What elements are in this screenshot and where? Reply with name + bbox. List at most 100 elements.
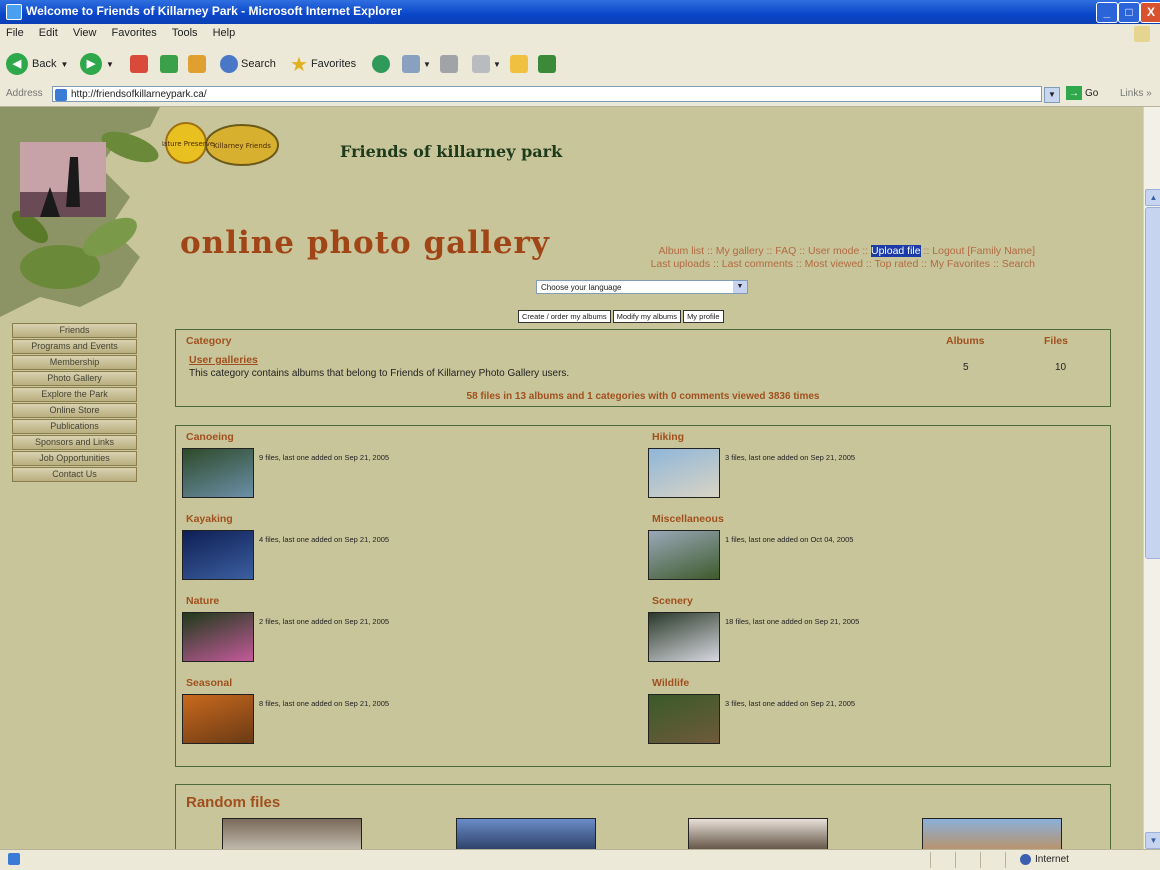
album-info: 3 files, last one added on Sep 21, 2005 [725, 453, 856, 462]
album-thumbnail[interactable] [182, 694, 254, 744]
address-dropdown-button[interactable]: ▼ [1044, 87, 1060, 103]
album-name[interactable]: Hiking [652, 431, 684, 443]
security-zone: Internet [1020, 854, 1069, 865]
svg-text:Killarney Friends: Killarney Friends [213, 142, 271, 150]
stop-icon [130, 55, 148, 73]
album-info: 4 files, last one added on Sep 21, 2005 [259, 535, 390, 544]
album-name[interactable]: Miscellaneous [652, 513, 724, 525]
favorites-button[interactable]: ★ Favorites [290, 52, 356, 76]
random-files-panel: Random files [175, 784, 1111, 849]
nav-last-comments[interactable]: Last comments [722, 258, 793, 270]
scroll-thumb[interactable] [1145, 207, 1160, 559]
messenger-button[interactable] [538, 52, 559, 76]
maximize-button[interactable]: □ [1118, 2, 1140, 23]
sidebar-item-jobs[interactable]: Job Opportunities [12, 451, 137, 466]
album-name[interactable]: Wildlife [652, 677, 689, 689]
category-description: This category contains albums that belon… [189, 368, 570, 379]
create-albums-button[interactable]: Create / order my albums [518, 310, 611, 323]
mail-button[interactable]: ▼ [402, 52, 431, 76]
menu-favorites[interactable]: Favorites [106, 24, 163, 42]
album-info: 1 files, last one added on Oct 04, 2005 [725, 535, 854, 544]
nav-logout[interactable]: Logout [Family Name] [932, 245, 1035, 257]
messenger-icon [538, 55, 556, 73]
sidebar-item-programs[interactable]: Programs and Events [12, 339, 137, 354]
vertical-scrollbar[interactable]: ▲ ▼ [1143, 107, 1160, 849]
partner-logos: Nature Preserve Killarney Friends [158, 122, 279, 166]
menu-tools[interactable]: Tools [166, 24, 204, 42]
nav-search[interactable]: Search [1002, 258, 1035, 270]
album-thumbnail[interactable] [182, 448, 254, 498]
nav-album-list[interactable]: Album list [659, 245, 705, 257]
back-button[interactable]: ◀ Back ▼ [6, 52, 68, 76]
scroll-up-icon[interactable]: ▲ [1145, 189, 1160, 206]
sidebar-item-membership[interactable]: Membership [12, 355, 137, 370]
menu-view[interactable]: View [67, 24, 103, 42]
album-name[interactable]: Nature [186, 595, 219, 607]
random-thumbnail[interactable] [456, 818, 596, 849]
nav-user-mode[interactable]: User mode [808, 245, 859, 257]
modify-albums-button[interactable]: Modify my albums [612, 310, 682, 323]
menu-bar: File Edit View Favorites Tools Help [0, 24, 1160, 45]
nav-my-gallery[interactable]: My gallery [716, 245, 764, 257]
sidebar-item-sponsors[interactable]: Sponsors and Links [12, 435, 137, 450]
go-arrow-icon: → [1066, 86, 1082, 101]
minimize-button[interactable]: _ [1096, 2, 1118, 23]
album-name[interactable]: Seasonal [186, 677, 232, 689]
leaf-artwork [0, 107, 160, 317]
nav-last-uploads[interactable]: Last uploads [651, 258, 711, 270]
album-name[interactable]: Canoeing [186, 431, 234, 443]
nav-top-rated[interactable]: Top rated [875, 258, 919, 270]
album-thumbnail[interactable] [648, 530, 720, 580]
sidebar-item-publications[interactable]: Publications [12, 419, 137, 434]
nav-faq[interactable]: FAQ [775, 245, 796, 257]
random-thumbnail[interactable] [688, 818, 828, 849]
sidebar-item-online-store[interactable]: Online Store [12, 403, 137, 418]
stop-button[interactable] [130, 52, 151, 76]
album-thumbnail[interactable] [182, 612, 254, 662]
album-thumbnail[interactable] [648, 694, 720, 744]
edit-button[interactable]: ▼ [472, 52, 501, 76]
sidebar-item-explore[interactable]: Explore the Park [12, 387, 137, 402]
folder-button[interactable] [510, 52, 531, 76]
links-button[interactable]: Links » [1120, 88, 1152, 99]
forward-button[interactable]: ▶ ▼ [80, 52, 114, 76]
nav-upload-file[interactable]: Upload file [870, 245, 921, 257]
history-button[interactable] [372, 52, 393, 76]
folder-icon [510, 55, 528, 73]
gallery-title: online photo gallery [180, 225, 550, 261]
sidebar-item-friends[interactable]: Friends [12, 323, 137, 338]
nav-most-viewed[interactable]: Most viewed [805, 258, 863, 270]
sidebar-item-photo-gallery[interactable]: Photo Gallery [12, 371, 137, 386]
album-name[interactable]: Scenery [652, 595, 693, 607]
menu-file[interactable]: File [0, 24, 30, 42]
address-input[interactable]: http://friendsofkillarneypark.ca/ [52, 86, 1042, 102]
menu-edit[interactable]: Edit [33, 24, 64, 42]
forward-arrow-icon: ▶ [80, 53, 102, 75]
sidebar-item-contact[interactable]: Contact Us [12, 467, 137, 482]
random-files-title: Random files [186, 794, 281, 811]
search-button[interactable]: Search [220, 52, 276, 76]
random-thumbnail[interactable] [222, 818, 362, 849]
status-bar: Internet [0, 849, 1160, 870]
album-thumbnail[interactable] [182, 530, 254, 580]
print-button[interactable] [440, 52, 461, 76]
menu-help[interactable]: Help [207, 24, 242, 42]
ie-icon [6, 4, 22, 20]
scroll-down-icon[interactable]: ▼ [1145, 832, 1160, 849]
go-button[interactable]: → Go [1066, 86, 1106, 102]
window-title: Welcome to Friends of Killarney Park - M… [26, 4, 402, 18]
album-thumbnail[interactable] [648, 612, 720, 662]
language-select[interactable]: Choose your language ▼ [536, 280, 748, 294]
home-button[interactable] [188, 52, 209, 76]
category-link-user-galleries[interactable]: User galleries [189, 354, 258, 366]
random-thumbnail[interactable] [922, 818, 1062, 849]
album-thumbnail[interactable] [648, 448, 720, 498]
album-name[interactable]: Kayaking [186, 513, 233, 525]
nav-my-favorites[interactable]: My Favorites [930, 258, 990, 270]
close-button[interactable]: X [1140, 2, 1160, 23]
refresh-button[interactable] [160, 52, 181, 76]
dropdown-arrow-icon: ▼ [493, 59, 501, 69]
album-item: Scenery 18 files, last one added on Sep … [642, 590, 1092, 665]
status-divider [1005, 852, 1006, 868]
my-profile-button[interactable]: My profile [683, 310, 724, 323]
